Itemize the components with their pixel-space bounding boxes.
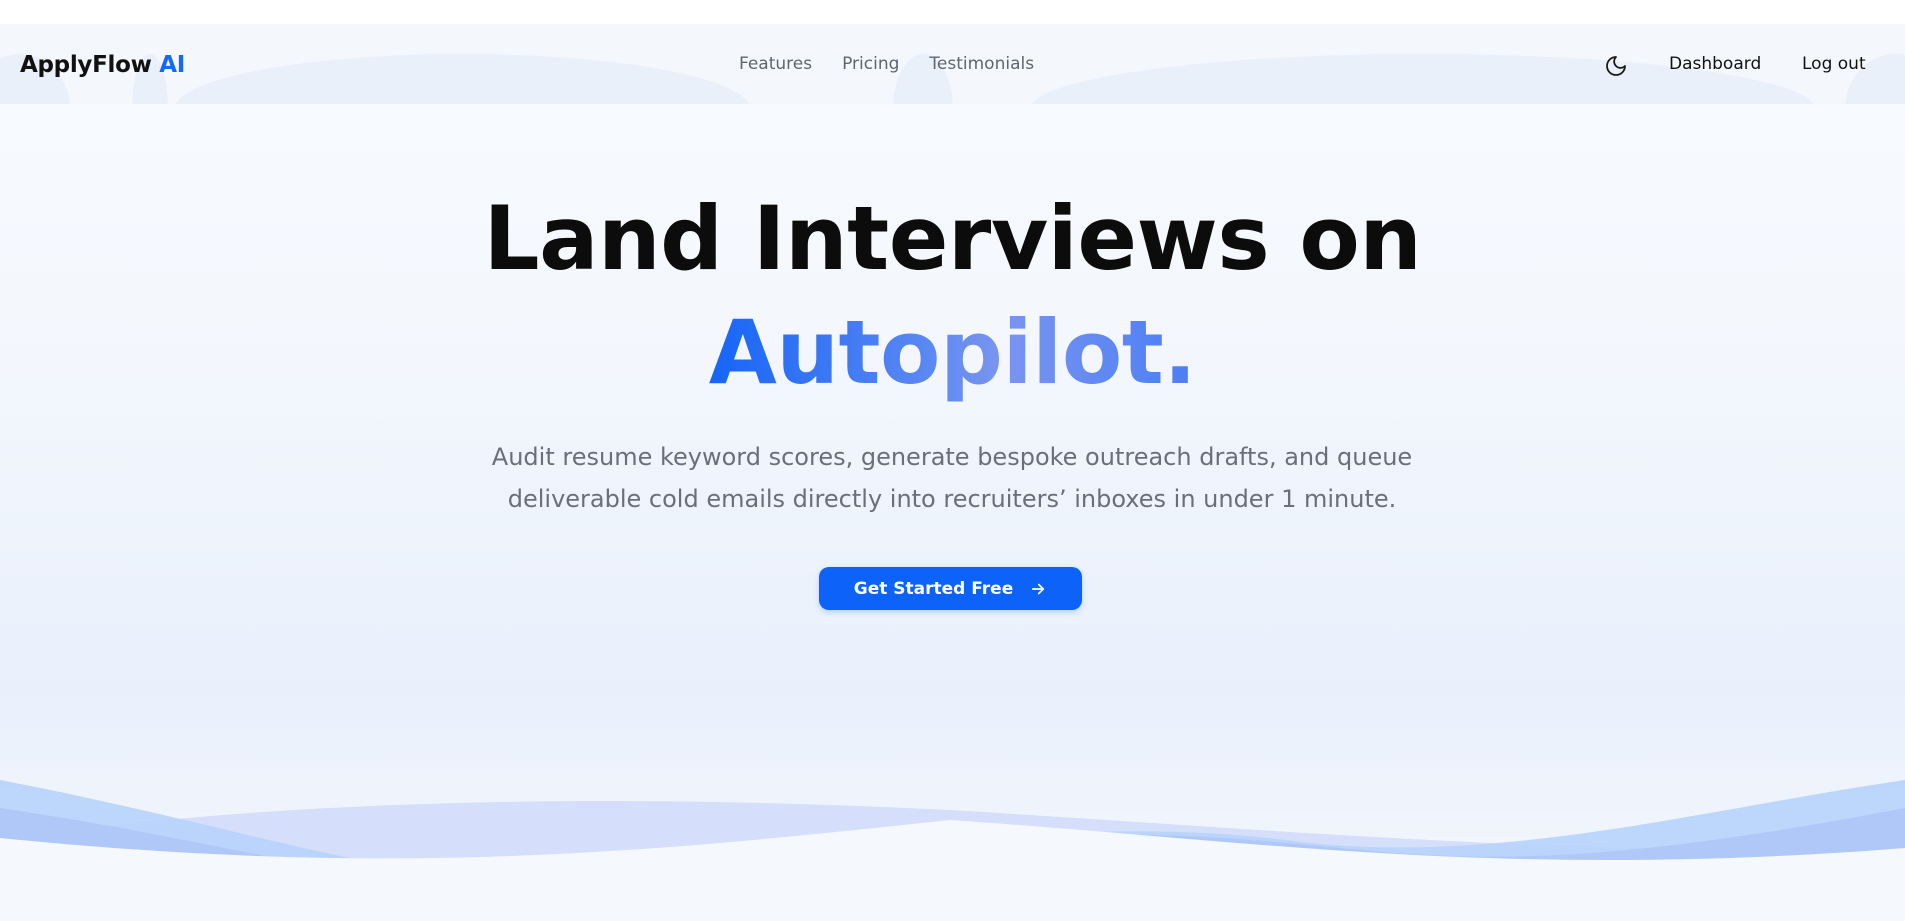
main-nav: Features Pricing Testimonials bbox=[739, 54, 1034, 74]
logo-text: ApplyFlow bbox=[20, 52, 152, 78]
arrow-right-icon bbox=[1032, 583, 1045, 594]
get-started-button[interactable]: Get Started Free bbox=[819, 567, 1082, 610]
hero-title-line1: Land Interviews on bbox=[483, 187, 1422, 290]
moon-icon bbox=[1606, 56, 1626, 76]
logout-link[interactable]: Log out bbox=[1802, 54, 1866, 74]
logo-accent: AI bbox=[159, 52, 186, 78]
nav-link-features[interactable]: Features bbox=[739, 54, 812, 74]
dashboard-link[interactable]: Dashboard bbox=[1669, 54, 1761, 74]
logo[interactable]: ApplyFlow AI bbox=[20, 52, 185, 78]
hero-title: Land Interviews on Autopilot. bbox=[0, 182, 1905, 410]
theme-toggle-button[interactable] bbox=[1604, 54, 1628, 78]
nav-decoration bbox=[175, 54, 750, 104]
navbar: ApplyFlow AI Features Pricing Testimonia… bbox=[0, 24, 1905, 104]
top-strip bbox=[0, 0, 1905, 24]
nav-link-pricing[interactable]: Pricing bbox=[842, 54, 899, 74]
hero-subtitle-line2: deliverable cold emails directly into re… bbox=[507, 485, 1397, 513]
wave-decoration bbox=[0, 780, 1905, 921]
hero-subtitle: Audit resume keyword scores, generate be… bbox=[452, 436, 1452, 520]
nav-link-testimonials[interactable]: Testimonials bbox=[929, 54, 1034, 74]
get-started-label: Get Started Free bbox=[853, 578, 1014, 599]
hero-subtitle-line1: Audit resume keyword scores, generate be… bbox=[491, 443, 1413, 471]
landing-page: ApplyFlow AI Features Pricing Testimonia… bbox=[0, 0, 1905, 921]
hero-title-highlight: Autopilot. bbox=[709, 296, 1197, 410]
